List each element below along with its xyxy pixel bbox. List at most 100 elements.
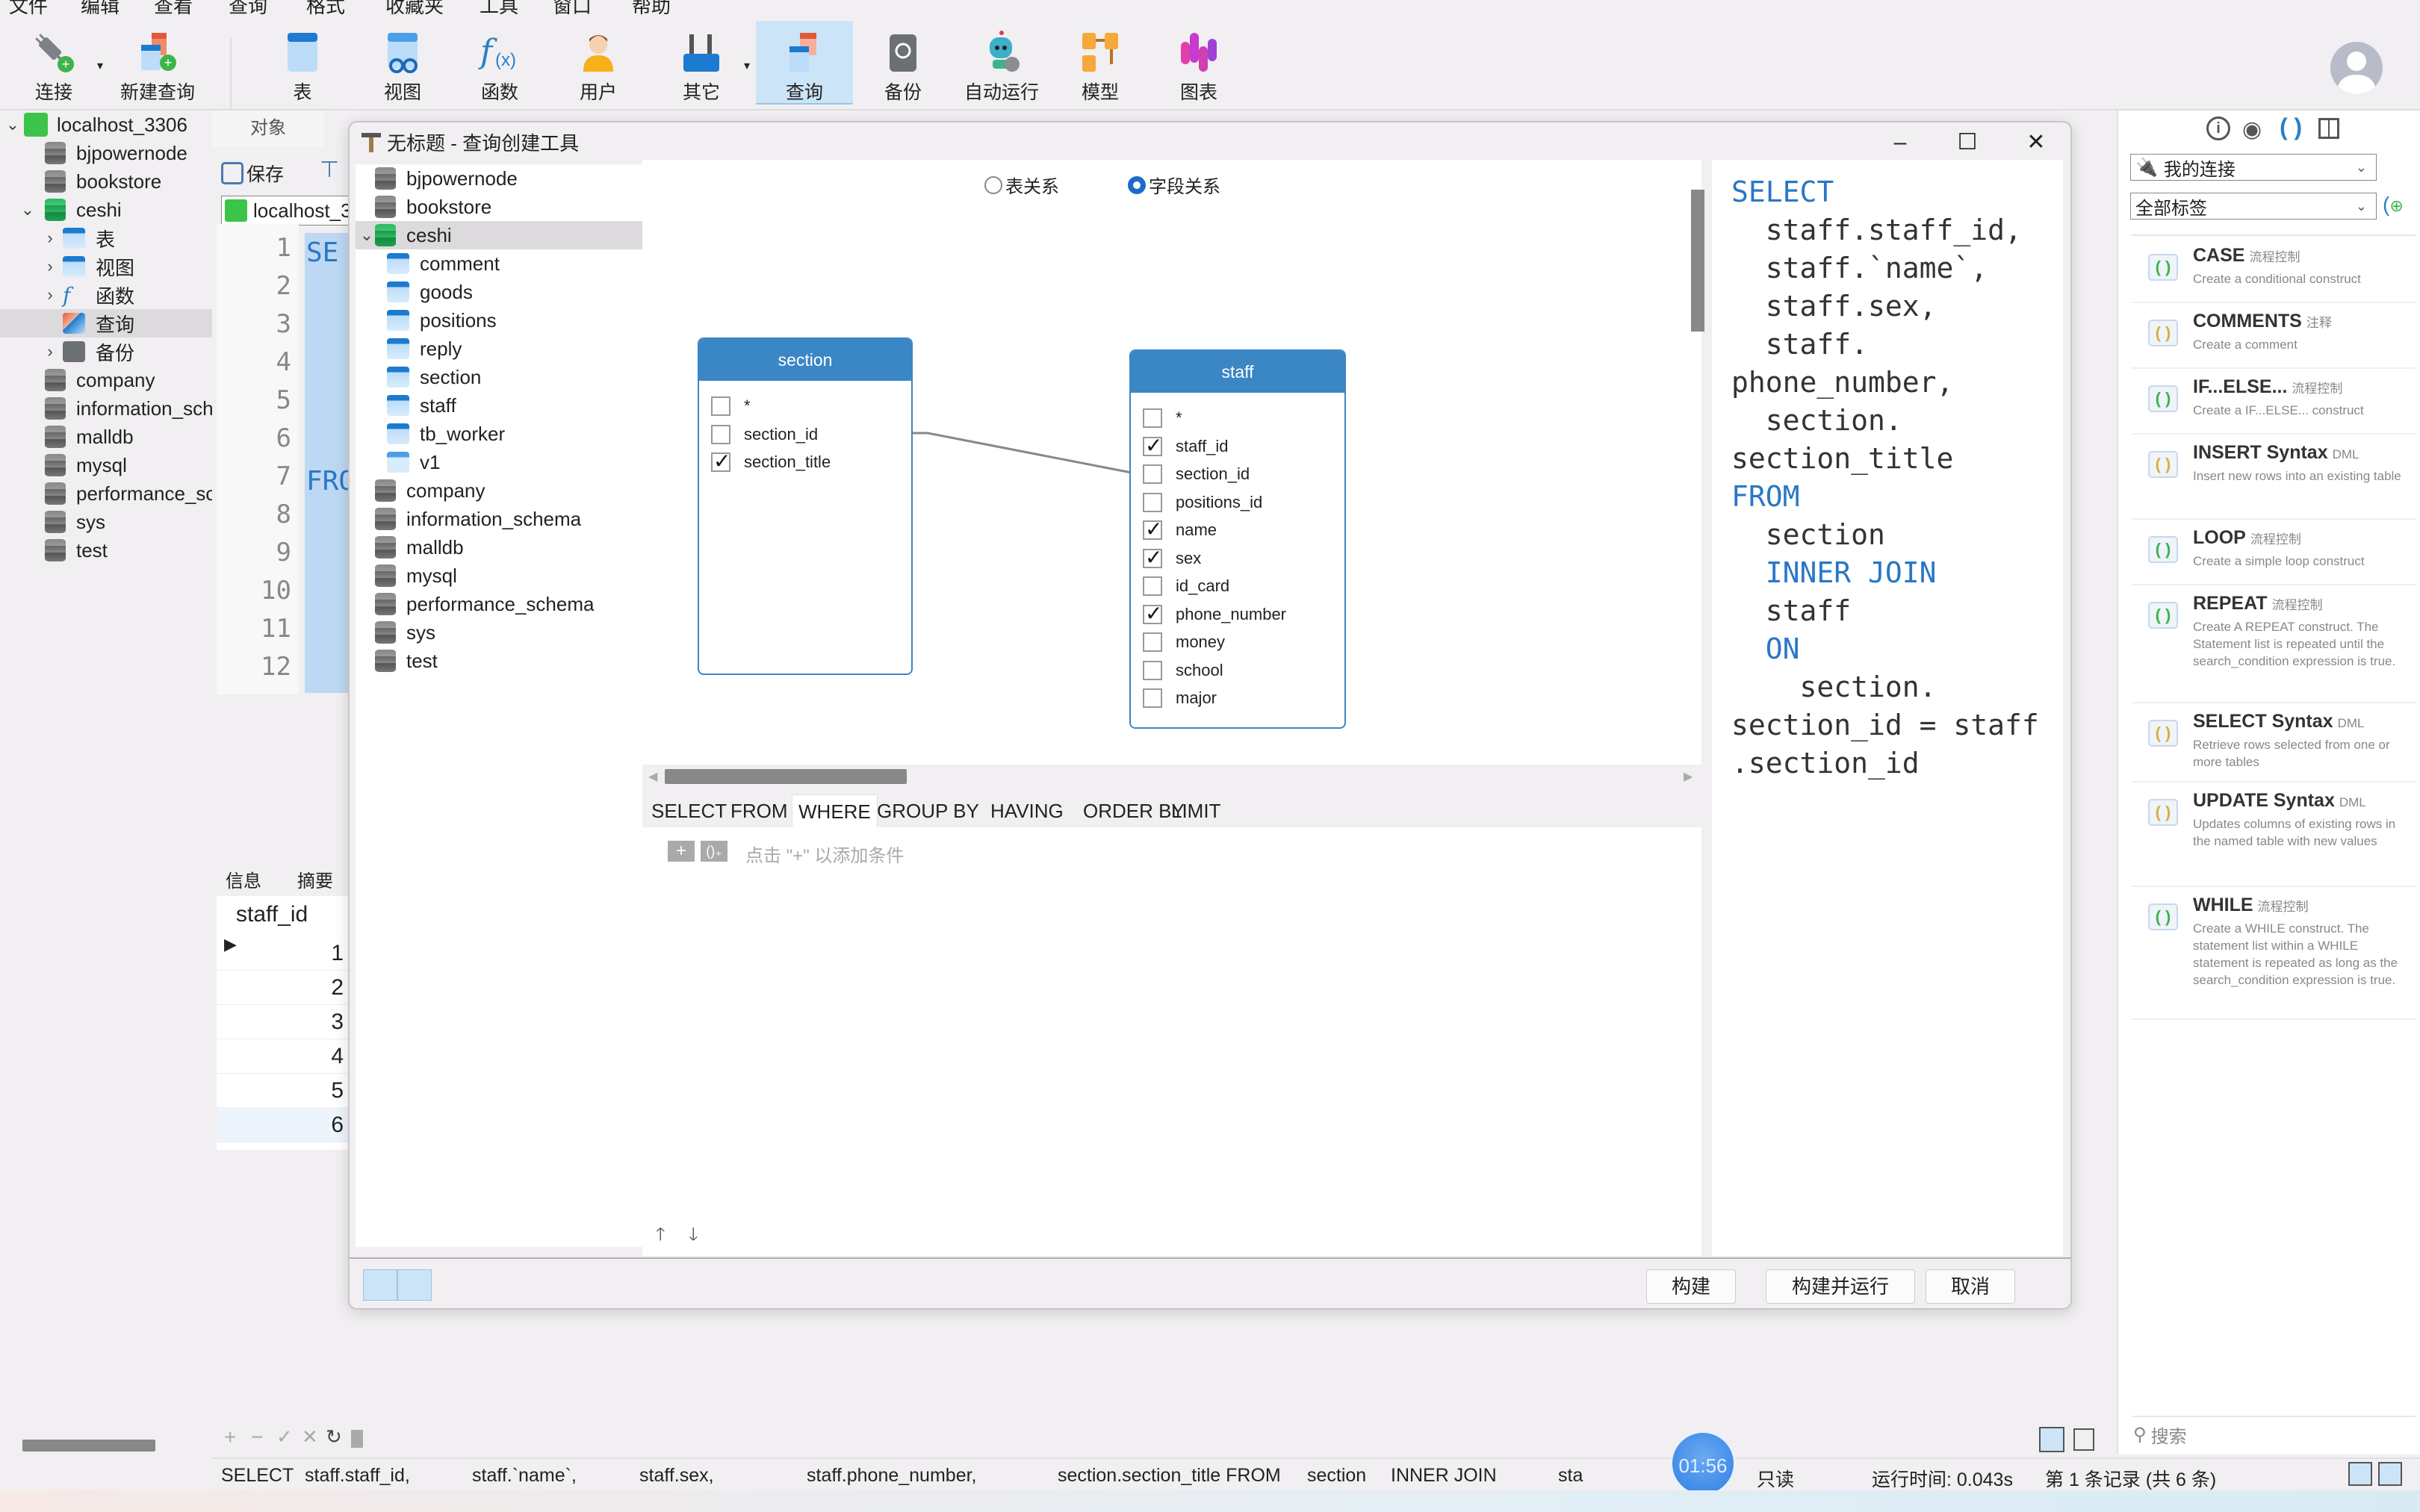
tree-db-malldb[interactable]: malldb (0, 423, 212, 451)
tab-summary[interactable]: 摘要 (297, 866, 333, 892)
clause-tab-from[interactable]: FROM (725, 794, 794, 827)
canvas-vertical-scrollbar[interactable] (1691, 190, 1704, 332)
dialog-tree-item[interactable]: sys (356, 618, 642, 647)
snippet-search-input[interactable]: ⚲ 搜索 (2133, 1422, 2187, 1448)
checkbox[interactable] (711, 396, 730, 416)
layout-right-icon[interactable] (2378, 1462, 2402, 1486)
new-snippet-icon[interactable]: (⊕ (2383, 193, 2404, 217)
snippet-item[interactable]: ( ) REPEAT 流程控制 Create A REPEAT construct. … (2132, 585, 2416, 703)
er-field[interactable]: major (1143, 685, 1217, 712)
model-button[interactable]: 模型 (1068, 21, 1132, 105)
layout-right-icon[interactable] (397, 1269, 432, 1301)
stop-icon[interactable] (351, 1430, 363, 1448)
table-row[interactable]: 5 (217, 1074, 351, 1108)
snippet-connection-combo[interactable]: 🔌 我的连接 ⌄ (2130, 154, 2377, 181)
close-button[interactable]: ✕ (2006, 124, 2066, 161)
menu-help[interactable]: 帮助 (632, 0, 671, 15)
auto-run-button[interactable]: 自动运行 (962, 21, 1041, 105)
chevron-right-icon[interactable]: › (42, 342, 58, 361)
menu-view[interactable]: 查看 (154, 0, 193, 15)
chevron-down-icon[interactable]: ⌄ (4, 115, 21, 134)
chart-button[interactable]: 图表 (1167, 21, 1231, 105)
dialog-tree-item[interactable]: test (356, 647, 642, 675)
user-button[interactable]: 用户 (566, 21, 630, 105)
move-up-icon[interactable]: 🡑 (656, 1222, 665, 1252)
apply-icon[interactable]: ✓ (276, 1425, 293, 1449)
menu-window[interactable]: 窗口 (553, 0, 592, 15)
tree-db-bookstore[interactable]: bookstore (0, 167, 212, 196)
scroll-right-icon[interactable]: ▶ (1684, 769, 1693, 784)
dialog-tree-item[interactable]: ⌄ ceshi (356, 221, 642, 249)
er-table-title[interactable]: section (699, 339, 911, 381)
chevron-down-icon[interactable]: ⌄ (19, 200, 36, 220)
backup-button[interactable]: 备份 (871, 21, 935, 105)
snippet-item[interactable]: ( ) LOOP 流程控制 Create a simple loop construc… (2132, 520, 2416, 585)
column-header[interactable]: staff_id (236, 902, 308, 927)
user-avatar[interactable] (2330, 42, 2383, 94)
build-button[interactable]: 构建 (1646, 1269, 1736, 1304)
checkbox-checked[interactable] (711, 449, 730, 473)
tree-folder-tables[interactable]: › 表 (0, 224, 212, 252)
er-table-title[interactable]: staff (1131, 351, 1344, 393)
dialog-tree-item[interactable]: positions (356, 306, 642, 335)
dialog-tree-item[interactable]: information_schema (356, 505, 642, 533)
snippet-tag-combo[interactable]: 全部标签 ⌄ (2130, 193, 2377, 220)
checkbox[interactable] (1143, 576, 1162, 596)
er-field[interactable]: school (1143, 657, 1223, 684)
grid-layout-icon[interactable] (2318, 118, 2339, 139)
connect-button[interactable]: + 连接 (22, 21, 85, 105)
tree-folder-views[interactable]: › 视图 (0, 252, 212, 281)
table-button[interactable]: 表 (270, 21, 335, 105)
checkbox[interactable] (1143, 492, 1162, 512)
menu-file[interactable]: 文件 (9, 0, 48, 15)
dialog-tree-item[interactable]: bookstore (356, 193, 642, 221)
delete-record-icon[interactable]: − (251, 1425, 263, 1449)
snippet-item[interactable]: ( ) UPDATE Syntax DML Updates columns of ex… (2132, 783, 2416, 887)
diagram-canvas[interactable]: 表关系 字段关系 section *section_idsection_titl… (642, 160, 1701, 765)
dialog-tree-item[interactable]: goods (356, 278, 642, 306)
er-field[interactable]: id_card (1143, 573, 1229, 600)
eye-icon[interactable]: ◉ (2242, 116, 2262, 143)
move-down-icon[interactable]: 🡓 (689, 1222, 698, 1252)
checkbox-checked[interactable] (1143, 545, 1162, 570)
checkbox[interactable] (1143, 408, 1162, 428)
checkbox-checked[interactable] (1143, 601, 1162, 626)
view-button[interactable]: 视图 (370, 21, 435, 105)
dialog-tree-item[interactable]: comment (356, 249, 642, 278)
checkbox[interactable] (1143, 660, 1162, 680)
menu-query[interactable]: 查询 (229, 0, 267, 15)
editor-connection-combo[interactable]: localhost_3 (221, 196, 356, 225)
dialog-tree-item[interactable]: company (356, 476, 642, 505)
checkbox[interactable] (1143, 464, 1162, 484)
menu-edit[interactable]: 编辑 (81, 0, 120, 15)
checkbox[interactable] (711, 424, 730, 444)
snippet-braces-icon[interactable]: ( ) (2280, 113, 2302, 141)
er-field[interactable]: name (1143, 517, 1217, 544)
refresh-icon[interactable]: ↻ (326, 1425, 342, 1449)
clause-tab-where[interactable]: WHERE (792, 794, 878, 827)
tree-db-information-schema[interactable]: information_sch (0, 394, 212, 423)
selected-code[interactable]: SE FRO (305, 233, 355, 693)
dialog-tree-item[interactable]: performance_schema (356, 590, 642, 618)
tree-folder-queries[interactable]: 查询 (0, 309, 212, 337)
table-row[interactable]: 4 (217, 1039, 351, 1074)
new-query-button[interactable]: + 新建查询 (111, 21, 205, 105)
minimize-button[interactable]: – (1870, 124, 1930, 161)
tree-db-test[interactable]: test (0, 536, 212, 564)
tab-info[interactable]: 信息 (226, 866, 261, 892)
table-row[interactable]: 2 (217, 971, 351, 1005)
dialog-tree-item[interactable]: tb_worker (356, 420, 642, 448)
format-icon[interactable]: ⊤ (320, 157, 339, 183)
checkbox[interactable] (1143, 632, 1162, 652)
dialog-tree-item[interactable]: reply (356, 335, 642, 363)
add-record-icon[interactable]: + (224, 1425, 236, 1449)
table-row[interactable]: 6 (217, 1108, 351, 1142)
er-table-staff[interactable]: staff * staff_id section_id positions_idnam… (1129, 349, 1346, 729)
discard-icon[interactable]: ✕ (302, 1425, 318, 1449)
er-field[interactable]: section_title (711, 449, 831, 476)
build-and-run-button[interactable]: 构建并运行 (1766, 1269, 1915, 1304)
er-field[interactable]: sex (1143, 545, 1201, 572)
checkbox-checked[interactable] (1143, 433, 1162, 458)
grid-view-icon[interactable] (2039, 1427, 2064, 1452)
cancel-button[interactable]: 取消 (1926, 1269, 2015, 1304)
